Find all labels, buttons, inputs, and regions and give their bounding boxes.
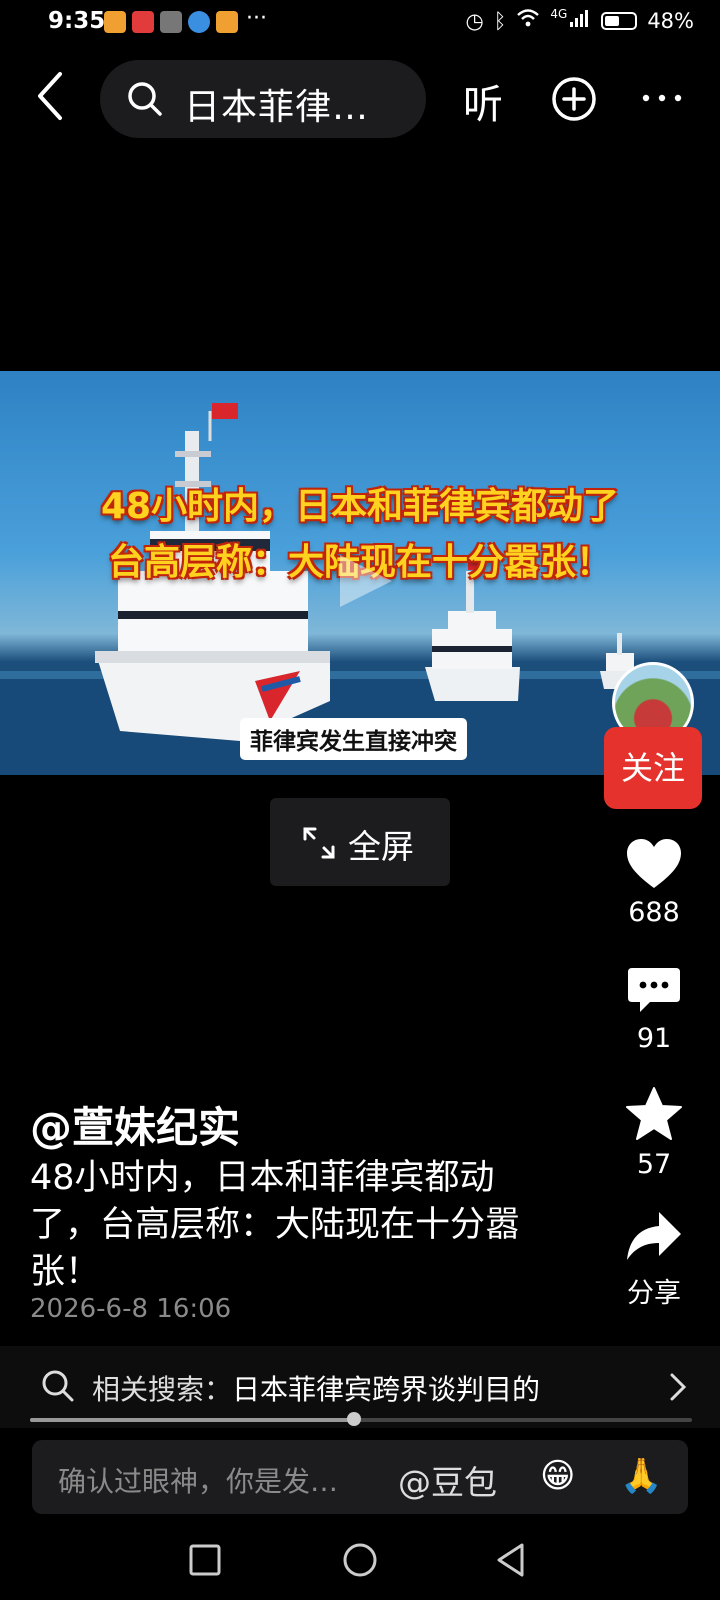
share-label: 分享 <box>627 1278 681 1309</box>
favorite-button[interactable]: 57 <box>604 1086 704 1180</box>
post-caption: 48小时内，日本和菲律宾都动了，台高层称：大陆现在十分嚣张！ <box>30 1158 521 1292</box>
video-subtitle: 菲律宾发生直接冲突 <box>240 718 467 760</box>
notification-icon <box>160 11 182 33</box>
share-button[interactable]: 分享 <box>604 1210 704 1310</box>
play-icon <box>340 555 392 607</box>
chevron-right-icon <box>670 1373 687 1401</box>
star-icon <box>626 1087 682 1140</box>
add-button[interactable] <box>551 76 597 126</box>
fullscreen-button[interactable]: 全屏 <box>270 798 450 886</box>
search-icon <box>42 1370 74 1402</box>
search-icon <box>128 82 162 116</box>
battery-percent: 48% <box>647 8 694 33</box>
heart-icon <box>627 839 681 888</box>
comment-input[interactable]: 确认过眼神，你是发… @豆包 😁 🙏 <box>32 1440 688 1514</box>
comment-count: 91 <box>636 1023 672 1054</box>
search-query: 日本菲律… <box>184 87 370 128</box>
add-circle-icon <box>552 77 596 121</box>
status-bar: 9:35 ··· ◷ ᛒ 4G 48% <box>0 0 720 44</box>
fullscreen-icon <box>303 827 335 859</box>
status-time: 9:35 <box>48 8 106 34</box>
mention-doubao-button[interactable]: @豆包 <box>398 1456 497 1504</box>
post-date: 2026-6-8 16:06 <box>30 1294 232 1324</box>
video-progress-slider[interactable] <box>30 1412 692 1426</box>
notification-icon <box>188 11 210 33</box>
related-search-label: 相关搜索：日本菲律宾跨界谈判目的 <box>92 1368 540 1408</box>
comment-placeholder: 确认过眼神，你是发… <box>58 1465 339 1498</box>
back-nav-icon[interactable] <box>494 1542 528 1578</box>
system-nav-bar <box>0 1520 720 1600</box>
bluetooth-icon: ᛒ <box>493 8 507 33</box>
comment-button[interactable]: 91 <box>604 966 704 1054</box>
notification-icon <box>132 11 154 33</box>
signal-icon <box>569 8 591 33</box>
pray-emoji-button[interactable]: 🙏 <box>620 1456 662 1496</box>
video-player[interactable]: 48小时内，日本和菲律宾都动了 台高层称：大陆现在十分嚣张！ 菲律宾发生直接冲突 <box>0 371 720 775</box>
battery-icon <box>601 11 638 30</box>
wifi-icon <box>516 8 540 33</box>
like-count: 688 <box>628 897 680 928</box>
notification-icon <box>216 11 238 33</box>
recent-apps-icon[interactable] <box>188 1543 222 1577</box>
more-button[interactable] <box>640 76 684 124</box>
notification-icon <box>104 11 126 33</box>
back-icon <box>38 72 62 120</box>
favorite-count: 57 <box>636 1149 672 1180</box>
fullscreen-label: 全屏 <box>348 827 414 866</box>
home-icon[interactable] <box>342 1542 378 1578</box>
progress-played <box>30 1418 355 1422</box>
alarm-icon: ◷ <box>465 8 484 33</box>
search-input[interactable]: 日本菲律… <box>100 60 426 138</box>
author-name[interactable]: @萱妹纪实 <box>30 1094 240 1155</box>
grin-emoji-button[interactable]: 😁 <box>540 1456 575 1496</box>
like-button[interactable]: 688 <box>604 838 704 928</box>
back-button[interactable] <box>28 70 76 122</box>
follow-button[interactable]: 关注 <box>604 727 702 809</box>
related-search-prefix: 相关搜索： <box>92 1373 233 1406</box>
more-notifications-icon: ··· <box>246 6 267 31</box>
video-headline-line1: 48小时内，日本和菲律宾都动了 <box>100 486 620 527</box>
comment-icon <box>628 968 680 1012</box>
more-icon <box>642 94 682 102</box>
network-type: 4G <box>550 6 568 21</box>
related-search-query: 日本菲律宾跨界谈判目的 <box>232 1373 541 1406</box>
share-icon <box>627 1212 681 1260</box>
listen-button[interactable]: 听 <box>463 72 503 130</box>
